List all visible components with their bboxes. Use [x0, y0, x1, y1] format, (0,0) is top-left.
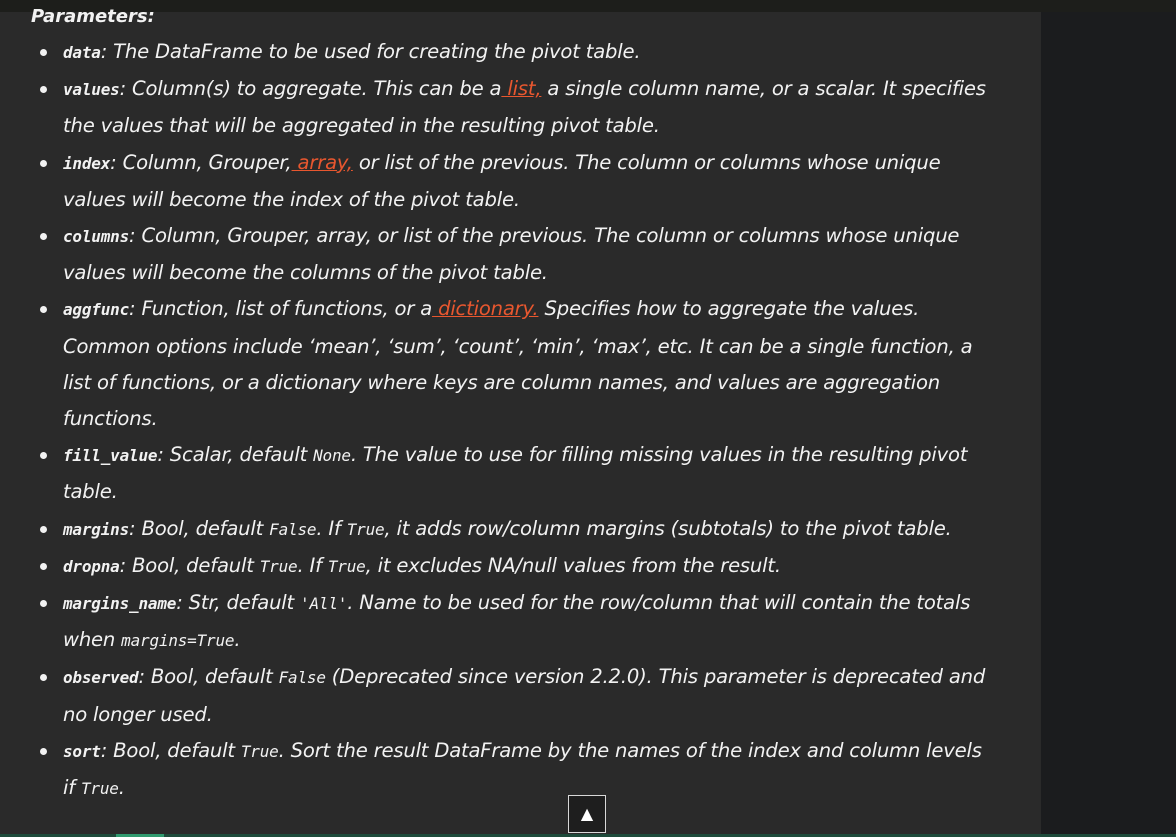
param-description: : The DataFrame to be used for creating … — [100, 40, 641, 63]
param-description: : Str, default — [176, 591, 301, 615]
inline-code: 'All' — [300, 594, 348, 614]
param-name: aggfunc — [63, 300, 130, 320]
scroll-to-top-button[interactable]: ▲ — [568, 795, 606, 833]
arrow-up-icon: ▲ — [580, 804, 594, 823]
parameters-heading: Parameters: — [31, 6, 155, 27]
list-item-fill-value: fill_value: Scalar, default None. The va… — [40, 437, 990, 510]
param-description: : Function, list of functions, or a — [129, 297, 433, 321]
param-description: : Column, Grouper, — [110, 150, 292, 174]
right-sidebar — [1041, 12, 1176, 834]
inline-code: None — [313, 446, 351, 466]
param-description: . — [118, 776, 125, 800]
list-link[interactable]: list, — [501, 77, 541, 100]
param-name: columns — [63, 227, 130, 247]
list-item-index: index: Column, Grouper, array, or list o… — [40, 145, 990, 218]
param-description: . If — [297, 553, 328, 577]
param-description: : Bool, default — [138, 665, 279, 689]
param-description: , it excludes NA/null values from the re… — [365, 553, 782, 577]
list-item-margins: margins: Bool, default False. If True, i… — [40, 511, 990, 548]
param-name: fill_value — [63, 446, 158, 466]
inline-code: margins=True — [121, 631, 235, 651]
inline-code: False — [278, 668, 326, 688]
inline-code: True — [327, 556, 366, 576]
list-item-margins-name: margins_name: Str, default 'All'. Name t… — [40, 585, 990, 659]
param-name: observed — [63, 668, 139, 688]
param-name: sort — [63, 741, 101, 761]
list-item-observed: observed: Bool, default False (Deprecate… — [40, 659, 990, 732]
param-description: : Bool, default — [129, 516, 270, 540]
list-item-dropna: dropna: Bool, default True. If True, it … — [40, 548, 990, 585]
param-description: . If — [316, 516, 347, 540]
param-name: data — [63, 43, 101, 62]
dictionary-link[interactable]: dictionary. — [432, 297, 539, 320]
inline-code: True — [346, 519, 385, 539]
param-description: : Column(s) to aggregate. This can be a — [119, 77, 502, 101]
param-name: values — [63, 80, 120, 100]
list-item-sort: sort: Bool, default True. Sort the resul… — [40, 733, 990, 807]
top-bar — [0, 0, 1176, 12]
inline-code: True — [240, 741, 279, 761]
inline-code: False — [269, 519, 317, 539]
param-name: margins — [63, 519, 130, 539]
inline-code: True — [80, 779, 119, 799]
param-description: . — [234, 628, 241, 652]
param-name: dropna — [63, 556, 120, 576]
param-description: : Bool, default — [119, 553, 260, 577]
parameter-list: data: The DataFrame to be used for creat… — [40, 34, 990, 807]
param-description: : Bool, default — [100, 738, 241, 762]
inline-code: True — [259, 556, 298, 576]
param-description: : Scalar, default — [157, 443, 314, 467]
list-item-values: values: Column(s) to aggregate. This can… — [40, 71, 990, 144]
param-name: index — [63, 153, 111, 173]
array-link[interactable]: array, — [292, 151, 353, 174]
list-item-aggfunc: aggfunc: Function, list of functions, or… — [40, 291, 990, 437]
param-name: margins_name — [63, 594, 177, 614]
list-item-data: data: The DataFrame to be used for creat… — [40, 34, 990, 71]
list-item-columns: columns: Column, Grouper, array, or list… — [40, 218, 990, 291]
param-description: : Column, Grouper, array, or list of the… — [63, 224, 960, 285]
param-description: , it adds row/column margins (subtotals)… — [384, 516, 952, 540]
